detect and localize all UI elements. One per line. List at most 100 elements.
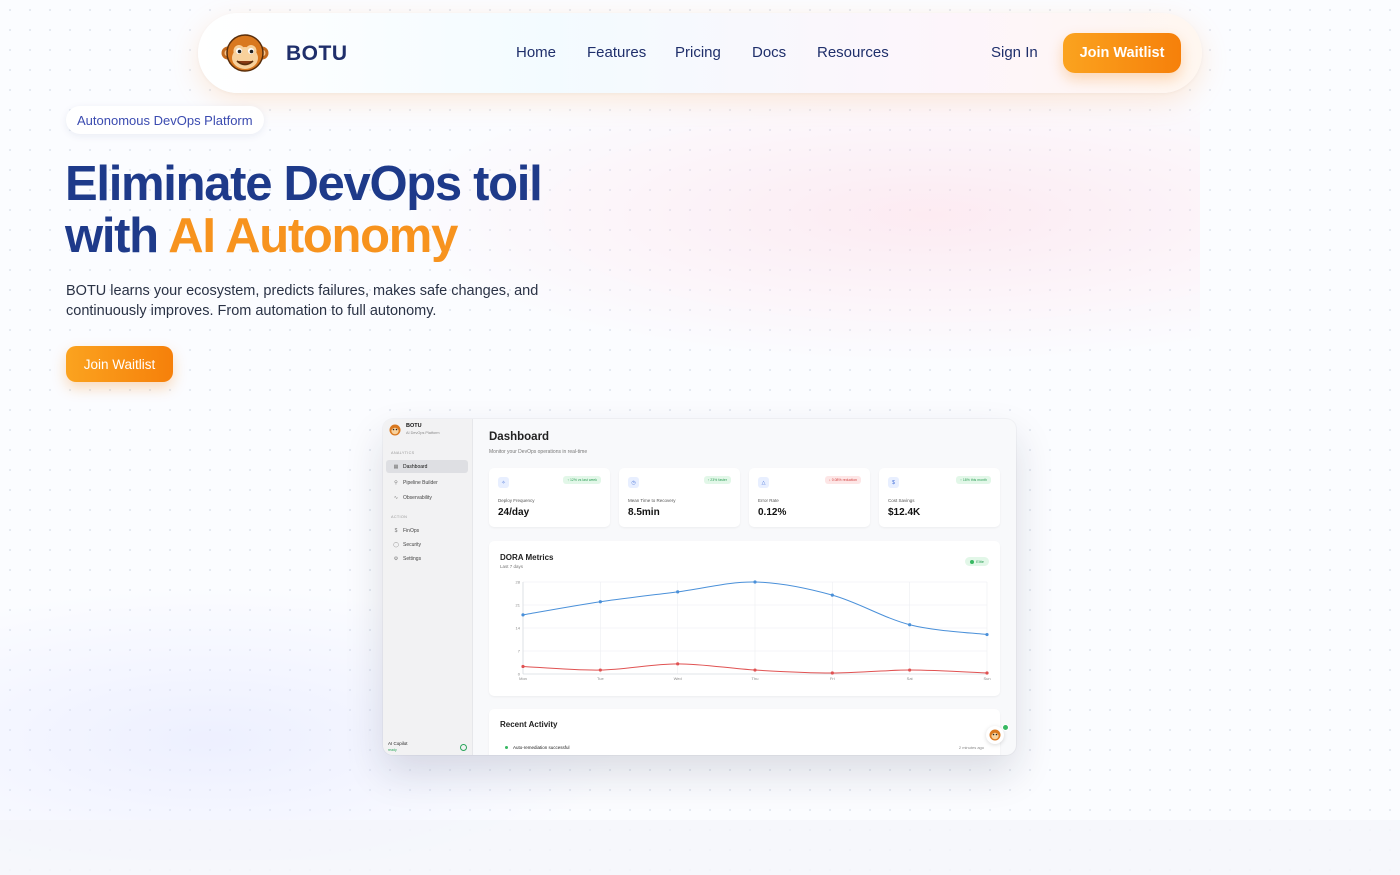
y-tick-label: 14 xyxy=(516,626,521,631)
sign-in-link[interactable]: Sign In xyxy=(991,44,1038,61)
sidebar-section-analytics: ANALYTICS xyxy=(391,451,415,455)
hero-title-prefix: with xyxy=(65,209,169,263)
x-tick-label: Thu xyxy=(752,676,759,681)
data-point xyxy=(908,623,912,627)
ai-copilot-status: ready xyxy=(388,748,397,752)
monkey-logo-icon xyxy=(389,424,401,436)
data-point xyxy=(753,668,757,672)
x-tick-label: Mon xyxy=(519,676,527,681)
sidebar-item-label: FinOps xyxy=(403,527,420,534)
warning-icon: △ xyxy=(758,477,769,488)
page-title: Dashboard xyxy=(489,431,550,443)
page-subtitle: Monitor your DevOps operations in real-t… xyxy=(489,449,588,455)
kpi-value: 8.5min xyxy=(628,507,660,518)
status-icon xyxy=(460,744,467,751)
hero-join-waitlist-button[interactable]: Join Waitlist xyxy=(66,346,173,382)
data-point xyxy=(830,593,834,597)
y-tick-label: 28 xyxy=(516,580,521,585)
dollar-icon: $ xyxy=(888,477,899,488)
x-tick-label: Sun xyxy=(983,676,990,681)
data-point xyxy=(521,613,525,617)
hero-badge: Autonomous DevOps Platform xyxy=(66,106,264,134)
sidebar-item-label: Observability xyxy=(403,494,432,501)
data-point xyxy=(908,668,912,672)
data-point xyxy=(676,662,680,666)
pipeline-icon: ⚲ xyxy=(394,479,398,486)
dora-metrics-card: DORA Metrics Last 7 days Elite 0 7 14 21 28 M… xyxy=(489,541,1000,696)
mock-brand: BOTU xyxy=(406,423,422,429)
x-tick-label: Wed xyxy=(674,676,682,681)
data-point xyxy=(753,580,757,584)
kpi-card-cost-savings: $ ↑ 18% this month Cost Savings $12.4K xyxy=(879,468,1000,527)
success-dot-icon xyxy=(505,746,508,749)
nav-link-pricing[interactable]: Pricing xyxy=(675,44,721,61)
sidebar-item-security[interactable]: ◯ Security xyxy=(386,538,468,551)
sidebar-item-label: Pipeline Builder xyxy=(403,479,438,486)
sidebar-item-pipeline-builder[interactable]: ⚲ Pipeline Builder xyxy=(386,476,468,489)
trend-badge: ↓ 0.08% reduction xyxy=(824,476,861,484)
activity-time: 2 minutes ago xyxy=(958,745,984,750)
hero-title-line1: Eliminate DevOps toil xyxy=(65,157,543,211)
hero-title: Eliminate DevOps toil with AI Autonomy xyxy=(65,157,543,262)
shield-icon: ◯ xyxy=(393,541,399,548)
kpi-label: Deploy Frequency xyxy=(498,498,535,503)
data-point xyxy=(521,664,525,669)
kpi-label: Error Rate xyxy=(758,498,779,503)
online-indicator-icon xyxy=(1002,724,1009,731)
data-point xyxy=(598,668,602,672)
ai-copilot-label[interactable]: AI Copilot xyxy=(388,741,408,746)
sidebar-item-label: Dashboard xyxy=(403,463,428,470)
nav-link-home[interactable]: Home xyxy=(516,44,556,61)
data-point xyxy=(598,600,602,604)
trend-badge: ↑ 23% faster xyxy=(703,476,731,484)
dora-line-chart: 07142128Mon Tue Wed Thu Fri Sat Sun xyxy=(516,580,991,682)
kpi-label: Cost Savings xyxy=(888,498,915,503)
nav-link-docs[interactable]: Docs xyxy=(752,44,786,61)
kpi-value: 24/day xyxy=(498,507,530,518)
data-point xyxy=(985,671,989,675)
hero-title-accent: AI Autonomy xyxy=(168,209,458,263)
sidebar-section-action: ACTION xyxy=(391,515,408,519)
sidebar-item-observability[interactable]: ∿ Observability xyxy=(386,491,468,504)
y-tick-label: 21 xyxy=(516,603,521,608)
activity-item: Auto-remediation successful xyxy=(513,745,570,750)
kpi-value: 0.12% xyxy=(758,507,787,518)
sidebar-item-finops[interactable]: $ FinOps xyxy=(386,524,468,537)
kpi-card-error-rate: △ ↓ 0.08% reduction Error Rate 0.12% xyxy=(749,468,870,527)
sidebar-item-dashboard[interactable]: ▦ Dashboard xyxy=(386,460,468,473)
dollar-icon: $ xyxy=(394,527,398,534)
x-tick-label: Fri xyxy=(830,676,835,681)
grid-icon: ▦ xyxy=(393,463,399,470)
hero-title-line2: with AI Autonomy xyxy=(65,210,541,262)
mock-sidebar: BOTU AI DevOps Platform ANALYTICS ▦ Dashb… xyxy=(383,419,473,755)
nav-link-features[interactable]: Features xyxy=(587,44,646,61)
kpi-card-deploy-frequency: ✧ ↑ 12% vs last week Deploy Frequency 24… xyxy=(489,468,610,527)
clock-icon: ◷ xyxy=(628,477,639,488)
hero-subtitle: BOTU learns your ecosystem, predicts fai… xyxy=(66,283,539,319)
sidebar-item-settings[interactable]: ⚙ Settings xyxy=(386,552,468,565)
monkey-logo-icon[interactable] xyxy=(221,30,269,76)
pulse-icon: ∿ xyxy=(393,494,399,501)
section-divider xyxy=(0,820,1400,875)
mock-tagline: AI DevOps Platform xyxy=(406,431,440,435)
kpi-value: $12.4K xyxy=(888,507,921,518)
x-tick-label: Tue xyxy=(597,676,605,681)
sidebar-item-label: Settings xyxy=(403,555,422,562)
x-tick-label: Sat xyxy=(907,676,914,681)
trend-badge: ↑ 12% vs last week xyxy=(563,476,601,484)
nav-link-resources[interactable]: Resources xyxy=(817,44,889,61)
brand-name[interactable]: BOTU xyxy=(286,42,348,66)
kpi-card-mttr: ◷ ↑ 23% faster Mean Time to Recovery 8.5… xyxy=(619,468,740,527)
y-tick-label: 7 xyxy=(518,649,521,654)
data-point xyxy=(985,632,989,637)
data-point xyxy=(830,671,834,675)
card-title: Recent Activity xyxy=(500,720,558,729)
top-navbar: BOTU Home Features Pricing Docs Resource… xyxy=(198,13,1202,93)
data-point xyxy=(676,590,680,594)
join-waitlist-button[interactable]: Join Waitlist xyxy=(1063,33,1181,73)
dashboard-preview: BOTU AI DevOps Platform ANALYTICS ▦ Dashb… xyxy=(383,419,1016,755)
gear-icon: ⚙ xyxy=(393,555,399,562)
trend-badge: ↑ 18% this month xyxy=(956,476,991,484)
kpi-label: Mean Time to Recovery xyxy=(628,498,676,503)
recent-activity-card: Recent Activity Auto-remediation success… xyxy=(489,709,1000,755)
